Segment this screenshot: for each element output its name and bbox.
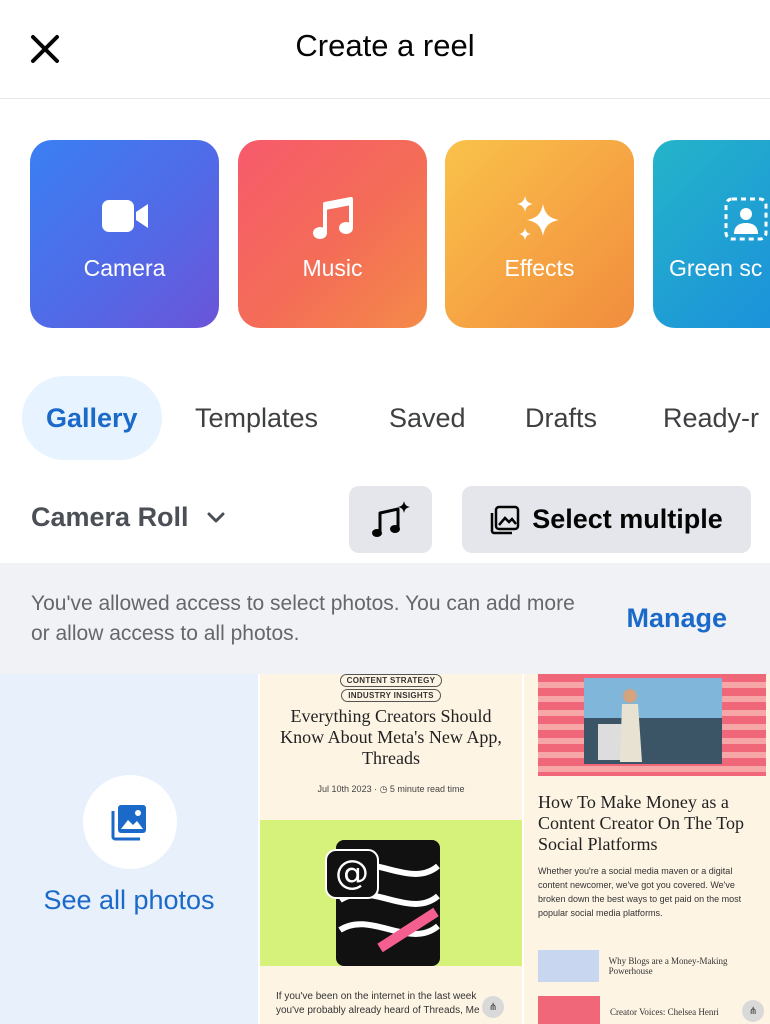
album-selector[interactable]: Camera Roll xyxy=(31,502,225,533)
music-note-icon xyxy=(312,197,353,239)
page-title: Create a reel xyxy=(295,28,475,63)
related-title: Creator Voices: Chelsea Henri xyxy=(610,1007,719,1017)
green-screen-label: Green sc xyxy=(669,255,763,281)
tab-drafts[interactable]: Drafts xyxy=(525,376,597,460)
tab-templates[interactable]: Templates xyxy=(195,376,318,460)
article-excerpt: If you've been on the internet in the la… xyxy=(276,991,480,1016)
music-label: Music xyxy=(302,255,363,281)
effects-tile[interactable]: Effects xyxy=(445,140,634,328)
threads-logo-graphic: @ xyxy=(325,840,440,966)
green-screen-tile[interactable]: Green sc xyxy=(653,140,770,328)
article-photo xyxy=(538,674,766,776)
music-sync-button[interactable] xyxy=(349,486,432,553)
chevron-down-icon xyxy=(207,512,225,522)
related-article: Why Blogs are a Money-Making Powerhouse xyxy=(538,950,770,982)
album-label: Camera Roll xyxy=(31,502,189,532)
related-thumbnail xyxy=(538,996,600,1024)
tab-ready[interactable]: Ready-r xyxy=(663,376,759,460)
access-banner: You've allowed access to select photos. … xyxy=(0,563,770,674)
tag-content-strategy: CONTENT STRATEGY xyxy=(339,674,443,687)
threads-graphic: @ xyxy=(260,820,522,966)
green-screen-icon xyxy=(724,197,768,241)
select-multiple-button[interactable]: Select multiple xyxy=(462,486,751,553)
related-article: Creator Voices: Chelsea Henri xyxy=(538,996,719,1024)
header: Create a reel xyxy=(0,0,770,99)
share-icon: ⋔ xyxy=(742,1000,764,1022)
camera-tile[interactable]: Camera xyxy=(30,140,219,328)
photos-icon-circle xyxy=(83,775,177,869)
photo-grid: See all photos CONTENT STRATEGY INDUSTRY… xyxy=(0,674,770,1024)
camera-label: Camera xyxy=(83,255,166,281)
see-all-photos-tile[interactable]: See all photos xyxy=(0,674,258,1024)
video-camera-icon xyxy=(101,200,148,232)
sparkles-icon xyxy=(516,196,559,240)
person-photo-graphic xyxy=(584,678,722,764)
svg-text:@: @ xyxy=(335,853,369,893)
gallery-tabs: Gallery Templates Saved Drafts Ready-r xyxy=(0,376,770,462)
photo-thumbnail-money[interactable]: How To Make Money as a Content Creator O… xyxy=(524,674,770,1024)
share-icon: ⋔ xyxy=(482,996,504,1018)
select-multiple-label: Select multiple xyxy=(532,504,723,534)
access-message: You've allowed access to select photos. … xyxy=(31,592,575,645)
tag-industry-insights: INDUSTRY INSIGHTS xyxy=(341,689,441,702)
effects-label: Effects xyxy=(504,255,575,281)
tab-gallery[interactable]: Gallery xyxy=(22,376,162,460)
tab-saved[interactable]: Saved xyxy=(389,376,466,460)
photos-icon xyxy=(111,805,146,841)
article-title: How To Make Money as a Content Creator O… xyxy=(538,792,745,854)
article-meta: Jul 10th 2023 · ◷ 5 minute read time xyxy=(317,784,465,794)
manage-link[interactable]: Manage xyxy=(626,603,727,634)
article-title: Everything Creators Should Know About Me… xyxy=(280,706,502,768)
related-title: Why Blogs are a Money-Making Powerhouse xyxy=(608,956,728,976)
see-all-photos-label: See all photos xyxy=(43,885,215,915)
article-text: Whether you're a social media maven or a… xyxy=(538,866,742,918)
photo-thumbnail-threads[interactable]: CONTENT STRATEGY INDUSTRY INSIGHTS Every… xyxy=(260,674,522,1024)
related-thumbnail xyxy=(538,950,599,982)
article-tags: CONTENT STRATEGY INDUSTRY INSIGHTS xyxy=(260,674,522,702)
multiple-photos-icon xyxy=(490,505,520,534)
music-sparkle-icon xyxy=(371,500,410,537)
music-tile[interactable]: Music xyxy=(238,140,427,328)
reel-tools: Camera Music Effects Green sc xyxy=(30,140,770,328)
